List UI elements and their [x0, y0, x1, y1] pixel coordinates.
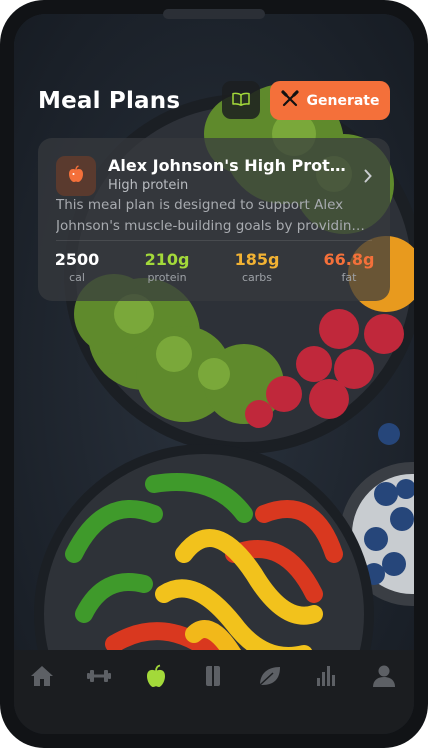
generate-label: Generate — [306, 92, 380, 109]
leaf-icon — [257, 667, 283, 692]
phone-frame: Meal Plans Generate Alex Johnson's High … — [0, 0, 428, 748]
chevron-right-icon — [364, 168, 372, 187]
stat-label: protein — [147, 271, 187, 284]
generate-button[interactable]: Generate — [270, 81, 390, 120]
tab-stats[interactable] — [305, 664, 349, 702]
stat-label: fat — [341, 271, 357, 284]
apple-icon — [68, 165, 84, 187]
stat-protein: 210g protein — [132, 250, 202, 284]
tab-wellness[interactable] — [248, 664, 292, 702]
tab-workouts[interactable] — [77, 664, 121, 702]
stat-value: 210g — [144, 250, 190, 269]
plan-avatar — [56, 156, 96, 196]
screen: Meal Plans Generate Alex Johnson's High … — [14, 14, 414, 734]
notch — [163, 9, 265, 19]
bottom-tab-bar — [14, 650, 414, 734]
stat-fat: 66.8g fat — [314, 250, 384, 284]
stat-value: 185g — [234, 250, 280, 269]
open-book-icon — [232, 91, 250, 110]
description-line-2: Johnson's muscle-building goals by provi… — [56, 218, 372, 234]
tab-home[interactable] — [20, 664, 64, 702]
tab-journal[interactable] — [191, 664, 235, 702]
fork-knife-icon — [280, 89, 299, 112]
meal-plan-card[interactable]: Alex Johnson's High Protein... High prot… — [38, 138, 390, 301]
recipe-book-button[interactable] — [222, 81, 260, 119]
stat-label: cal — [69, 271, 85, 284]
plan-title: Alex Johnson's High Protein... — [108, 156, 348, 175]
tab-meals[interactable] — [134, 664, 178, 702]
apple-icon — [143, 664, 169, 692]
stat-calories: 2500 cal — [42, 250, 112, 284]
dumbbell-icon — [86, 670, 112, 692]
description-line-1: This meal plan is designed to support Al… — [56, 197, 344, 213]
stat-label: carbs — [241, 271, 273, 284]
stat-carbs: 185g carbs — [222, 250, 292, 284]
page-title: Meal Plans — [38, 88, 181, 114]
tab-profile[interactable] — [362, 664, 406, 702]
stat-value: 66.8g — [323, 250, 375, 269]
book-icon — [200, 666, 226, 692]
divider — [56, 240, 372, 241]
plan-subtitle: High protein — [108, 178, 189, 193]
background-food-image — [14, 14, 414, 734]
bar-chart-icon — [314, 666, 340, 692]
stat-value: 2500 — [54, 250, 100, 269]
home-icon — [29, 666, 55, 692]
person-icon — [371, 665, 397, 692]
plan-description: This meal plan is designed to support Al… — [56, 195, 372, 237]
